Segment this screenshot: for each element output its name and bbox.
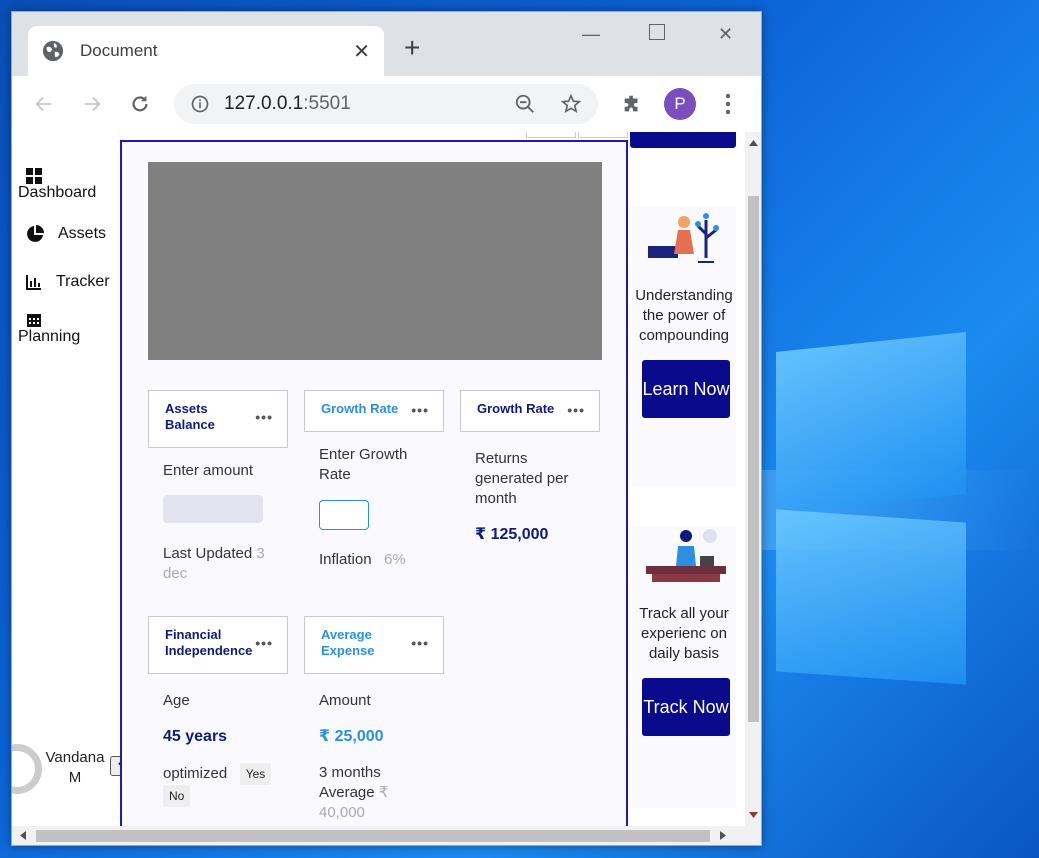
average-row: 3 months Average ₹ 40,000 xyxy=(319,764,389,821)
promo-button-partial[interactable] xyxy=(630,132,736,148)
card-header: Assets Balance ••• xyxy=(148,390,288,448)
more-options-icon[interactable]: ••• xyxy=(255,409,273,425)
growth-rate-input[interactable] xyxy=(319,500,369,530)
card-title: Growth Rate xyxy=(321,401,399,416)
new-tab-icon[interactable]: + xyxy=(404,34,420,62)
window-close-icon[interactable]: ✕ xyxy=(718,24,733,45)
minimize-icon[interactable]: — xyxy=(582,24,600,45)
no-option[interactable]: No xyxy=(163,785,191,807)
card-title: Average Expense xyxy=(321,627,375,658)
extensions-icon[interactable] xyxy=(618,90,646,118)
grid-icon xyxy=(26,168,42,184)
sidebar-item-tracker[interactable]: Tracker xyxy=(26,273,110,291)
url-text: 127.0.0.1:5501 xyxy=(224,93,351,114)
sidebar-item-planning[interactable]: Planning xyxy=(18,312,80,346)
forward-icon[interactable] xyxy=(78,90,106,118)
more-options-icon[interactable]: ••• xyxy=(255,635,273,651)
sidebar: Dashboard Assets Tracker Planning Vandan… xyxy=(12,132,138,826)
more-options-icon[interactable]: ••• xyxy=(411,635,429,651)
card-financial-independence: Financial Independence ••• Age 45 years … xyxy=(148,616,288,826)
card-title: Assets Balance xyxy=(165,401,215,432)
card-title: Financial Independence xyxy=(165,627,253,658)
inflation-row: Inflation 6% xyxy=(319,551,406,568)
promo-track: Track all your experienc on daily basis … xyxy=(632,526,736,808)
tracker-illustration-icon xyxy=(646,529,726,582)
promo-text: Understanding the power of compounding xyxy=(635,287,733,344)
tab-stub xyxy=(526,132,576,138)
zoom-out-icon[interactable] xyxy=(514,93,536,115)
returns-label: Returns generated per month xyxy=(475,450,569,507)
sidebar-item-label: Dashboard xyxy=(18,184,97,201)
learn-now-button[interactable]: Learn Now xyxy=(642,360,730,418)
globe-icon xyxy=(42,40,64,62)
card-assets-balance: Assets Balance ••• Enter amount Last Upd… xyxy=(148,390,288,600)
last-updated: Last Updated 3 dec xyxy=(163,545,265,582)
dashboard-panel: Assets Balance ••• Enter amount Last Upd… xyxy=(120,140,628,826)
reload-icon[interactable] xyxy=(126,90,154,118)
horizontal-scrollbar[interactable] xyxy=(12,826,761,845)
yes-option[interactable]: Yes xyxy=(239,763,272,785)
toolbar: 127.0.0.1:5501 P xyxy=(12,76,761,132)
promo-compounding: Understanding the power of compounding L… xyxy=(632,206,736,486)
card-title: Growth Rate xyxy=(477,401,555,416)
calendar-icon xyxy=(27,314,41,327)
tab-stub xyxy=(578,132,628,138)
returns-value: ₹ 125,000 xyxy=(475,526,549,543)
track-now-button[interactable]: Track Now xyxy=(642,678,730,736)
page-viewport: Dashboard Assets Tracker Planning Vandan… xyxy=(12,132,745,826)
prompt-label: Enter Growth Rate xyxy=(319,446,408,483)
promo-text: Track all your experienc on daily basis xyxy=(639,605,729,662)
scroll-down-icon[interactable] xyxy=(749,812,758,818)
user-name: Vandana M xyxy=(45,749,105,786)
tab-title: Document xyxy=(80,41,158,60)
sidebar-item-label: Planning xyxy=(18,328,81,345)
sidebar-item-dashboard[interactable]: Dashboard xyxy=(18,168,96,202)
menu-kebab-icon[interactable] xyxy=(714,90,742,118)
amount-label: Amount xyxy=(319,692,371,709)
windows-logo xyxy=(770,330,970,690)
scrollbar-thumb[interactable] xyxy=(36,830,710,842)
optimized-row: optimized Yes No xyxy=(163,763,288,807)
card-header: Growth Rate ••• xyxy=(460,390,600,432)
pie-chart-icon xyxy=(27,225,44,242)
sidebar-item-assets[interactable]: Assets xyxy=(26,225,106,243)
scroll-right-icon[interactable] xyxy=(720,831,726,840)
card-growth-rate-returns: Growth Rate ••• Returns generated per mo… xyxy=(460,390,600,826)
card-header: Average Expense ••• xyxy=(304,616,444,674)
card-header: Growth Rate ••• xyxy=(304,390,444,432)
back-icon[interactable] xyxy=(30,90,58,118)
bookmark-star-icon[interactable] xyxy=(560,93,582,115)
info-icon[interactable] xyxy=(190,94,210,114)
amount-input[interactable] xyxy=(163,495,263,523)
amount-value: ₹ 25,000 xyxy=(319,728,384,745)
age-label: Age xyxy=(163,692,190,709)
browser-window: Document ✕ + — ✕ 127.0.0.1:5501 P Dashbo… xyxy=(11,11,762,846)
vertical-scrollbar[interactable] xyxy=(745,132,761,826)
bar-chart-icon xyxy=(26,275,41,290)
investor-illustration-icon xyxy=(648,213,719,263)
card-average-expense: Average Expense ••• Amount ₹ 25,000 3 mo… xyxy=(304,616,444,826)
close-tab-icon[interactable]: ✕ xyxy=(353,39,370,64)
prompt-label: Enter amount xyxy=(163,462,254,479)
address-bar[interactable]: 127.0.0.1:5501 xyxy=(174,84,598,124)
age-value: 45 years xyxy=(163,728,228,745)
more-options-icon[interactable]: ••• xyxy=(567,402,585,418)
card-header: Financial Independence ••• xyxy=(148,616,288,674)
more-options-icon[interactable]: ••• xyxy=(411,402,429,418)
tab-bar: Document ✕ + — ✕ xyxy=(12,12,761,76)
maximize-icon[interactable] xyxy=(649,24,665,40)
sidebar-item-label: Assets xyxy=(58,225,107,242)
avatar xyxy=(12,744,42,794)
scroll-left-icon[interactable] xyxy=(20,831,26,840)
hero-image-placeholder xyxy=(148,162,602,360)
profile-avatar[interactable]: P xyxy=(664,88,696,120)
tab-document[interactable]: Document ✕ xyxy=(28,26,384,76)
scroll-up-icon[interactable] xyxy=(749,140,758,146)
scrollbar-thumb[interactable] xyxy=(748,196,759,722)
sidebar-item-label: Tracker xyxy=(56,273,110,290)
card-growth-rate-input: Growth Rate ••• Enter Growth Rate Inflat… xyxy=(304,390,444,600)
